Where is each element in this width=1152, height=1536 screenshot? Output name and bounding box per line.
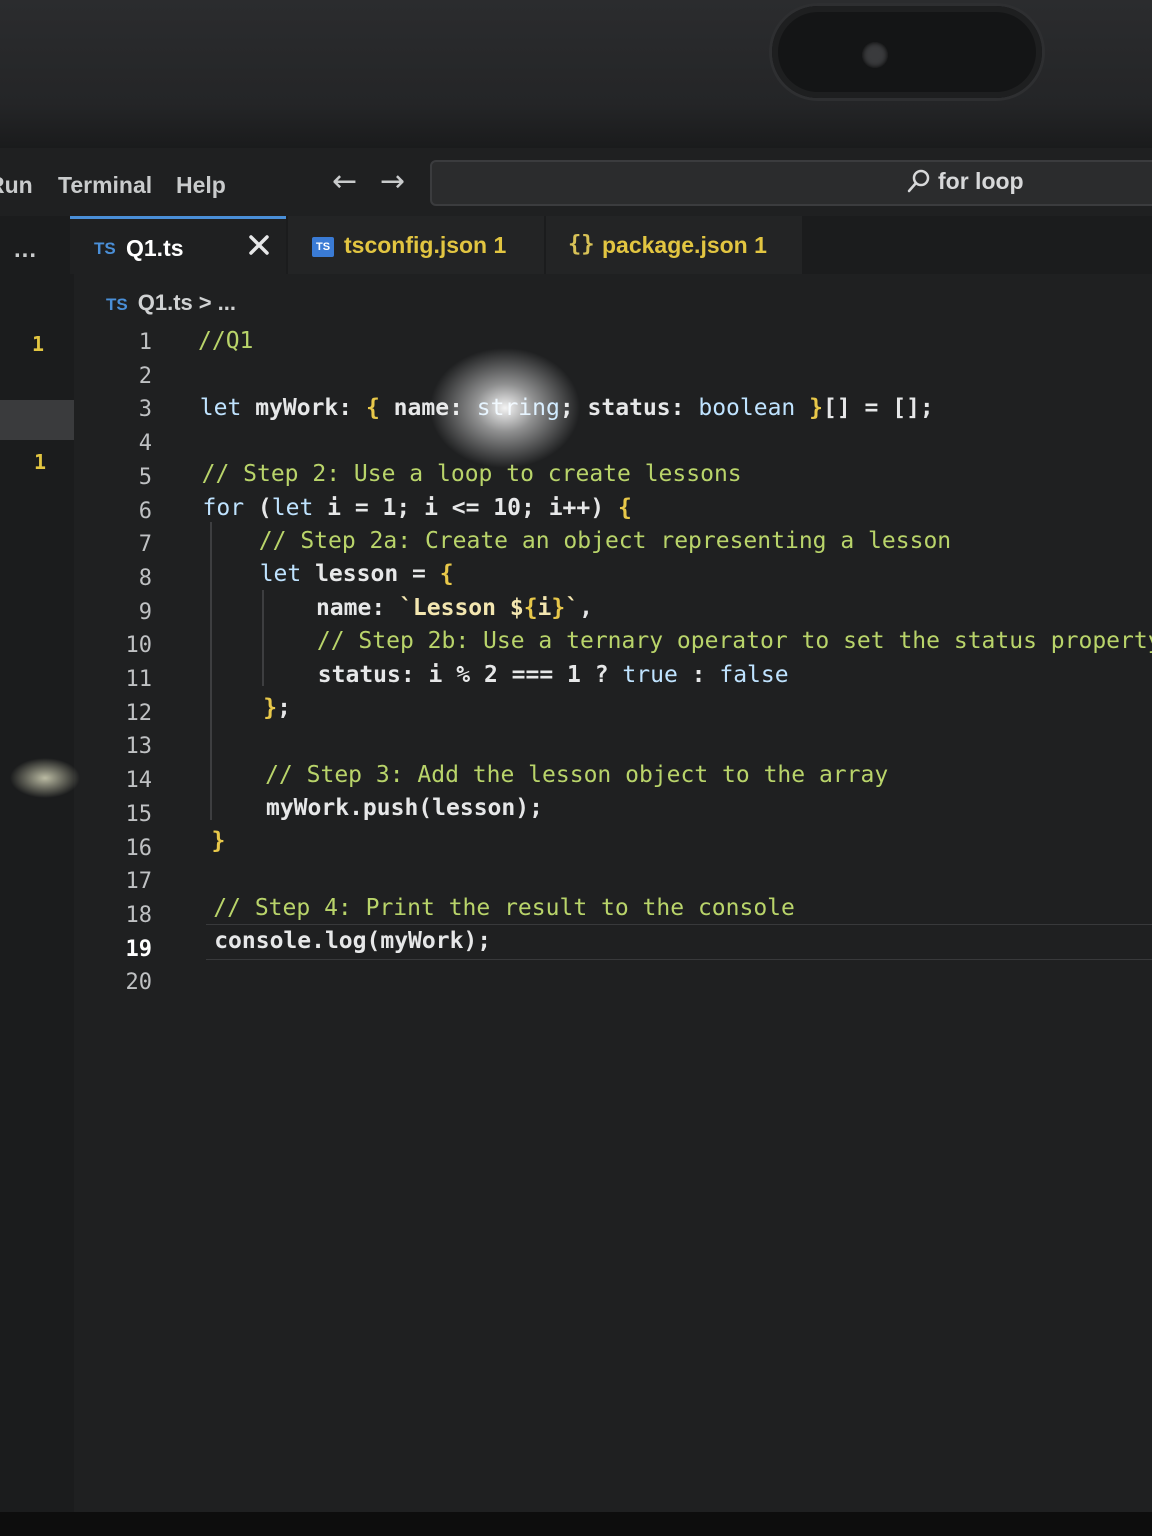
code-line[interactable]: status: i % 2 === 1 ? true : false [207,662,789,688]
screen-glare [430,348,580,468]
code-line[interactable]: // Step 3: Add the lesson object to the … [210,762,888,788]
search-text: for loop [938,168,1024,194]
code-line[interactable]: for (let i = 1; i <= 10; i++) { [203,495,632,521]
code-line[interactable]: name: `Lesson ${i}`, [205,595,593,621]
close-icon[interactable] [246,232,272,258]
line-number: 15 [125,801,153,827]
menu-terminal[interactable]: Terminal [58,172,152,199]
json-braces-icon: {} [568,232,595,257]
line-number: 4 [138,431,152,457]
line-number: 16 [125,835,153,861]
line-number: 12 [125,700,153,726]
webcam-housing [772,6,1042,98]
tsconfig-icon: TS [312,237,334,257]
menu-help[interactable]: Help [176,172,226,199]
breadcrumb-file[interactable]: Q1.ts [138,290,193,315]
command-center-search[interactable] [430,160,1152,206]
menu-run[interactable]: Run [0,172,33,199]
line-number: 13 [125,734,153,760]
line-number: 2 [138,363,152,389]
line-number: 20 [125,970,153,996]
typescript-icon: TS [106,295,128,314]
screen-glare [10,758,80,798]
code-line[interactable]: // Step 2: Use a loop to create lessons [202,461,742,487]
line-number: 1 [138,330,152,355]
forward-arrow-icon[interactable]: → [380,164,405,199]
back-arrow-icon[interactable]: ← [332,164,357,199]
code-line[interactable]: myWork.push(lesson); [211,795,543,821]
line-number: 19 [125,936,153,962]
editor-window: Run Terminal Help ← → for loop ... TS Q1… [0,148,1152,1512]
problem-count-badge: 1 [34,450,47,474]
tab-label: tsconfig.json 1 [344,232,507,258]
line-number: 8 [138,565,152,591]
line-number: 11 [125,667,153,692]
code-line[interactable]: console.log(myWork); [214,928,491,954]
code-line[interactable]: }; [208,695,291,721]
code-line[interactable]: let lesson = { [204,561,454,587]
laptop-bezel-bottom [0,1512,1152,1536]
line-number: 7 [138,532,152,558]
tab-label: Q1.ts [126,235,184,261]
selected-explorer-row[interactable] [0,400,74,440]
line-number: 14 [125,768,153,794]
line-number: 10 [125,633,153,659]
title-bar: Run Terminal Help ← → for loop [0,148,1152,212]
code-line[interactable]: //Q1 [198,328,253,354]
line-number: 5 [138,464,152,490]
line-number: 3 [138,397,152,423]
breadcrumb: TS Q1.ts >... [106,290,236,316]
line-number: 18 [125,902,153,928]
search-icon [907,169,930,193]
code-line[interactable]: // Step 4: Print the result to the conso… [213,895,795,921]
code-line[interactable]: // Step 2b: Use a ternary operator to se… [206,628,1152,654]
typescript-icon: TS [94,239,116,258]
line-number: 17 [125,869,153,895]
breadcrumb-separator: > [198,290,212,315]
breadcrumb-more[interactable]: ... [218,290,236,315]
more-actions-icon[interactable]: ... [14,236,37,264]
webcam-lens [862,42,888,68]
tab-label: package.json 1 [602,232,767,258]
line-number: 9 [138,599,152,625]
code-line[interactable]: } [212,828,226,854]
code-line[interactable]: // Step 2a: Create an object representin… [203,528,951,554]
line-number: 6 [138,498,152,524]
problem-count-badge: 1 [32,332,45,356]
